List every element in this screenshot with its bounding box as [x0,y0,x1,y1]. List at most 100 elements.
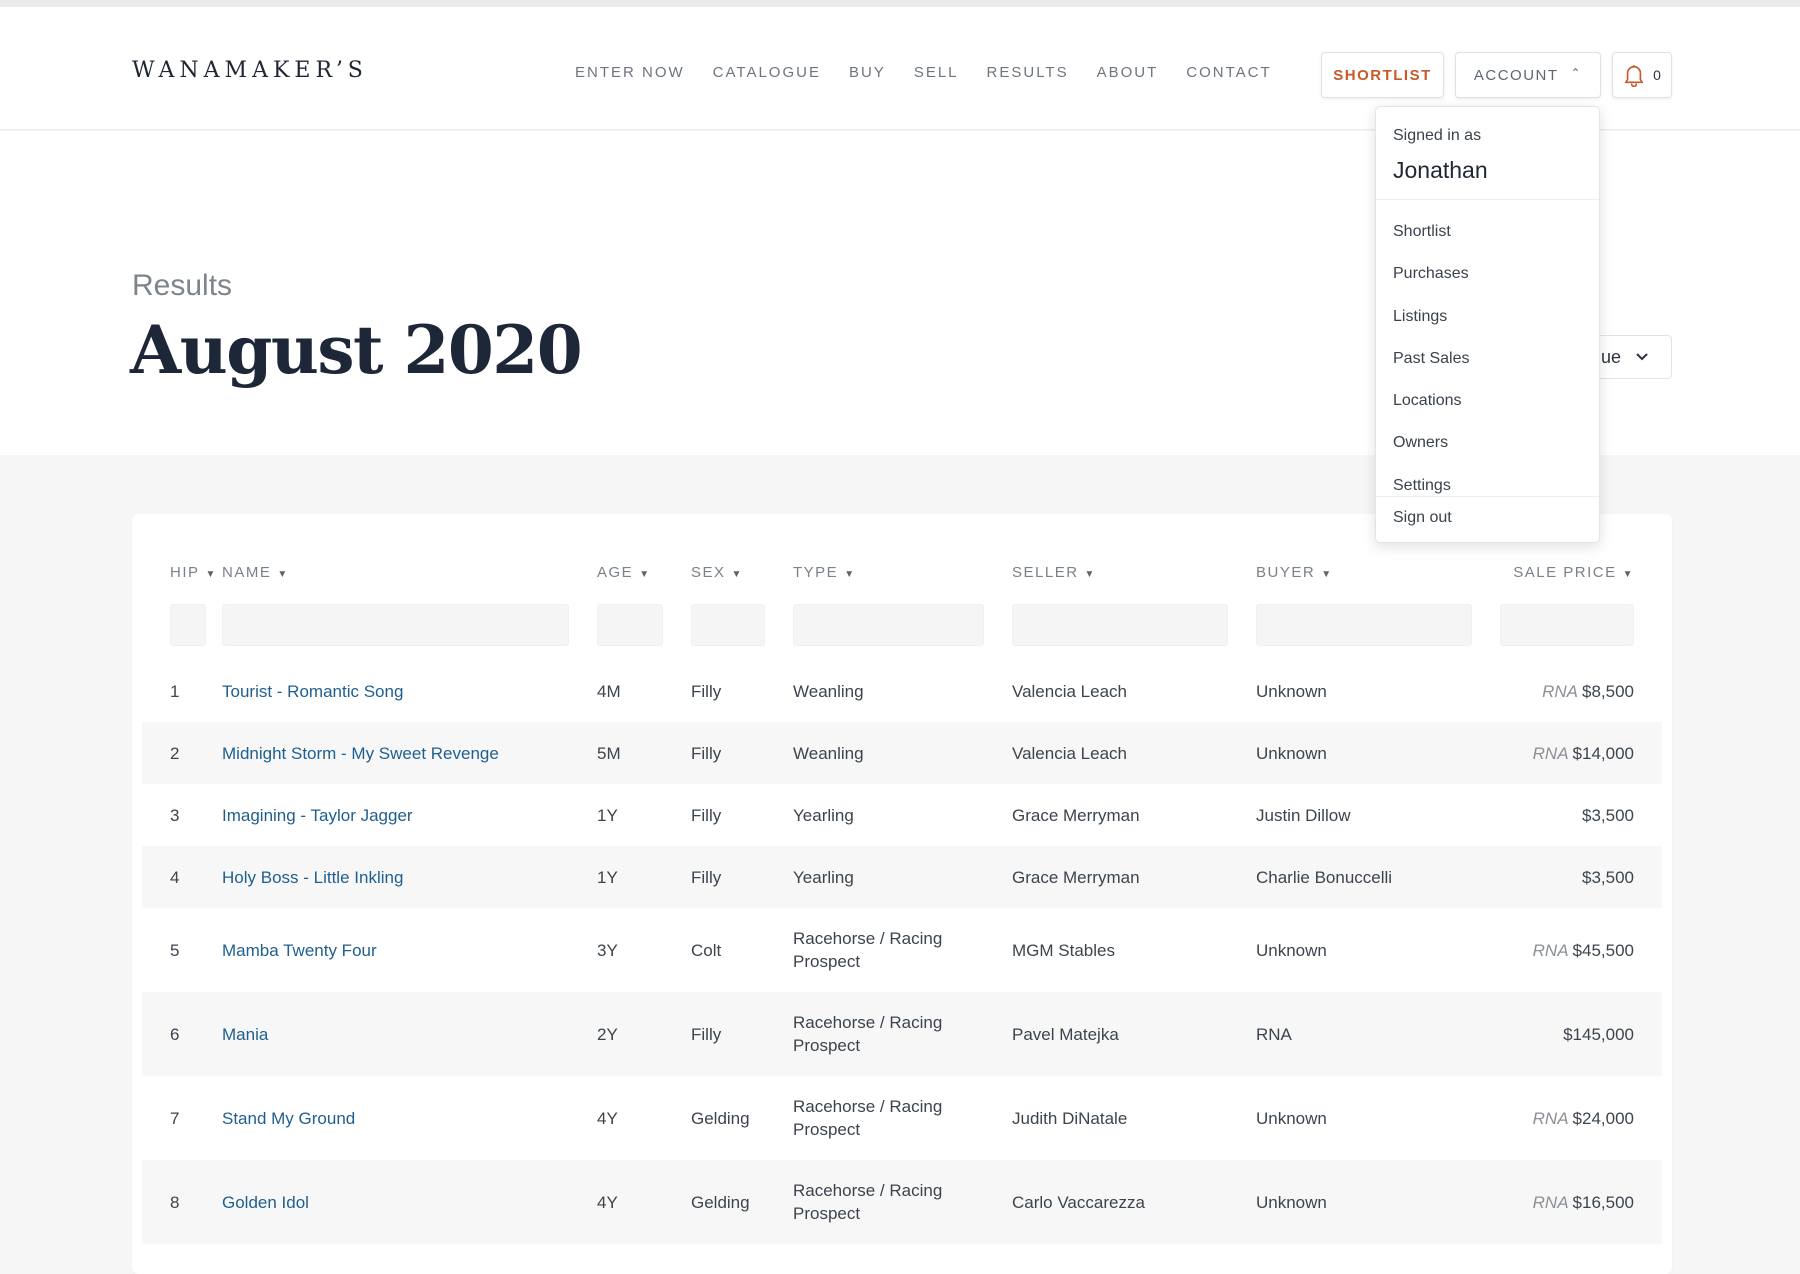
menu-item-listings[interactable]: Listings [1393,296,1469,338]
col-header-label: NAME [222,563,272,581]
filter-name-input[interactable] [222,604,569,646]
nav-buy[interactable]: BUY [849,64,886,81]
col-header-label: AGE [597,563,634,581]
cell-seller: Grace Merryman [1012,846,1256,908]
table-row[interactable]: 1 Tourist - Romantic Song 4M Filly Weanl… [142,660,1662,722]
cell-type: Racehorse / Racing Prospect [793,929,943,971]
col-sex-header[interactable]: SEX ▼ [691,554,793,590]
horse-name-link[interactable]: Mamba Twenty Four [222,941,377,960]
chevron-down-icon: ▼ [205,568,217,580]
col-buyer-header[interactable]: BUYER ▼ [1256,554,1500,590]
cell-sex: Filly [691,846,793,908]
menu-item-settings[interactable]: Settings [1393,465,1469,507]
notification-count: 0 [1653,67,1661,83]
cell-type: Racehorse / Racing Prospect [793,992,1012,1076]
nav-enter-now[interactable]: ENTER NOW [575,64,685,81]
venue-select-value: ue [1600,346,1621,367]
cell-buyer: Unknown [1256,940,1327,960]
cell-type: Yearling [793,846,1012,908]
cell-age: 1Y [597,805,618,825]
cell-age: 4M [597,681,621,701]
rna-tag: RNA [1532,743,1569,763]
col-name-header[interactable]: NAME ▼ [222,554,597,590]
shortlist-button[interactable]: SHORTLIST [1321,52,1444,98]
table-row[interactable]: 6 Mania 2Y Filly Racehorse / Racing Pros… [142,992,1662,1076]
col-seller-header[interactable]: SELLER ▼ [1012,554,1256,590]
menu-item-shortlist[interactable]: Shortlist [1393,211,1469,253]
sign-out-button[interactable]: Sign out [1393,509,1452,527]
cell-sex: Gelding [691,1108,750,1128]
price-value: $14,000 [1572,743,1634,763]
cell-type: Weanling [793,681,864,701]
col-sale-price-header[interactable]: SALE PRICE ▼ [1500,554,1662,590]
rna-tag: RNA [1532,1108,1569,1128]
filter-sex-input[interactable] [691,604,765,646]
table-row[interactable]: 5 Mamba Twenty Four 3Y Colt Racehorse / … [142,908,1662,992]
nav-contact[interactable]: CONTACT [1186,64,1271,81]
cell-hip: 5 [170,940,180,960]
filter-age-input[interactable] [597,604,663,646]
nav-about[interactable]: ABOUT [1097,64,1159,81]
filter-buyer-input[interactable] [1256,604,1472,646]
site-logo[interactable]: WANAMAKER’S [132,58,368,83]
filter-hip-input[interactable] [170,604,206,646]
table-row[interactable]: 2 Midnight Storm - My Sweet Revenge 5M F… [142,722,1662,784]
menu-item-past-sales[interactable]: Past Sales [1393,338,1469,380]
cell-sale-price: $3,500 [1500,846,1662,908]
cell-type: Weanling [793,722,1012,784]
table-row[interactable]: 3 Imagining - Taylor Jagger 1Y Filly Yea… [142,784,1662,846]
col-age-header[interactable]: AGE ▼ [597,554,691,590]
col-type-header[interactable]: TYPE ▼ [793,554,1012,590]
nav-sell[interactable]: SELL [914,64,959,81]
notifications-button[interactable]: 0 [1612,52,1672,98]
horse-name-link[interactable]: Holy Boss - Little Inkling [222,868,403,887]
rna-tag: RNA [1532,940,1569,960]
cell-hip: 3 [170,805,180,825]
horse-name-link[interactable]: Golden Idol [222,1193,309,1212]
horse-name-link[interactable]: Mania [222,1025,268,1044]
horse-name-link[interactable]: Tourist - Romantic Song [222,682,403,701]
cell-seller: Judith DiNatale [1012,1108,1128,1128]
filter-seller-input[interactable] [1012,604,1228,646]
col-hip-header[interactable]: HIP ▼ [142,554,222,590]
cell-buyer: Unknown [1256,722,1500,784]
cell-seller: MGM Stables [1012,940,1115,960]
cell-hip: 6 [142,992,222,1076]
menu-item-purchases[interactable]: Purchases [1393,253,1469,295]
table-row[interactable]: 7 Stand My Ground 4Y Gelding Racehorse /… [142,1076,1662,1160]
cell-seller: Grace Merryman [1012,805,1140,825]
cell-buyer: RNA [1256,992,1500,1076]
filter-row [142,590,1662,660]
chevron-down-icon: ▼ [639,568,651,580]
filter-sale-price-input[interactable] [1500,604,1634,646]
account-button[interactable]: ACCOUNT ⌃ [1455,52,1601,98]
menu-item-locations[interactable]: Locations [1393,380,1469,422]
horse-name-link[interactable]: Stand My Ground [222,1109,355,1128]
dropdown-divider [1376,496,1599,497]
filter-type-input[interactable] [793,604,984,646]
table-row[interactable]: 4 Holy Boss - Little Inkling 1Y Filly Ye… [142,846,1662,908]
price-value: $24,000 [1572,1108,1634,1128]
cell-hip: 1 [170,681,180,701]
cell-age: 2Y [597,992,691,1076]
cell-age: 4Y [597,1160,691,1244]
chevron-down-icon: ▼ [277,568,289,580]
cell-age: 4Y [597,1108,618,1128]
price-value: $145,000 [1563,1024,1634,1044]
chevron-down-icon [1636,353,1648,361]
menu-item-owners[interactable]: Owners [1393,422,1469,464]
chevron-down-icon: ▼ [731,568,743,580]
cell-sex: Filly [691,805,722,825]
nav-catalogue[interactable]: CATALOGUE [713,64,821,81]
cell-hip: 2 [142,722,222,784]
horse-name-link[interactable]: Midnight Storm - My Sweet Revenge [222,744,499,763]
horse-name-link[interactable]: Imagining - Taylor Jagger [222,806,413,825]
chevron-up-icon: ⌃ [1570,66,1583,80]
table-row[interactable]: 8 Golden Idol 4Y Gelding Racehorse / Rac… [142,1160,1662,1244]
cell-sex: Colt [691,940,722,960]
cell-hip: 7 [170,1108,180,1128]
cell-sex: Gelding [691,1160,793,1244]
nav-results[interactable]: RESULTS [987,64,1069,81]
cell-buyer: Unknown [1256,1160,1500,1244]
cell-sale-price: $145,000 [1500,992,1662,1076]
